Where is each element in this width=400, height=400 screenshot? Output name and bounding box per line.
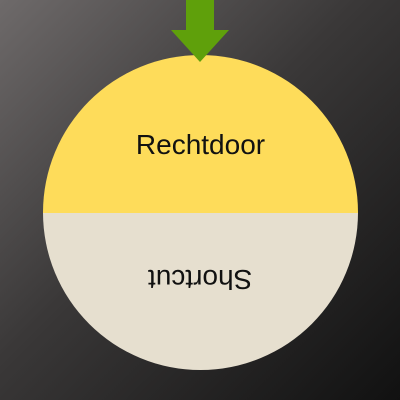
spin-wheel[interactable]: Rechtdoor Shortcut [43,55,358,370]
spinner-game: Rechtdoor Shortcut [0,0,400,400]
segment-label: Shortcut [148,264,253,296]
wheel-segment-rechtdoor: Rechtdoor [43,55,358,213]
down-arrow-icon [171,0,229,62]
wheel-segment-shortcut: Shortcut [43,212,358,370]
segment-label: Rechtdoor [135,128,266,160]
